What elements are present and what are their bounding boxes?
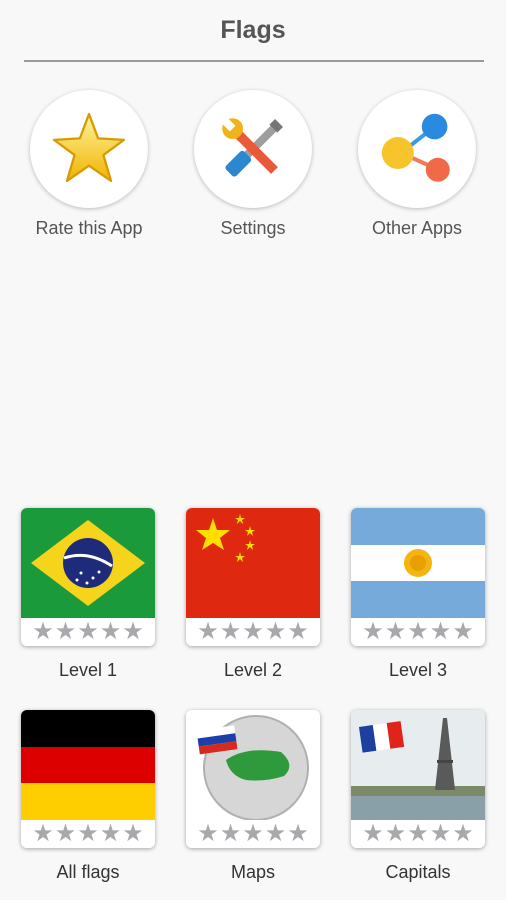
level-label: Level 3 bbox=[388, 660, 448, 680]
tools-icon bbox=[221, 117, 283, 177]
china-flag-image bbox=[186, 508, 320, 618]
star-icon: ★ bbox=[452, 618, 474, 645]
star-icon: ★ bbox=[242, 618, 264, 645]
paris-eiffel-tower-image bbox=[351, 710, 485, 820]
settings-button[interactable]: Settings bbox=[171, 90, 335, 239]
star-icon: ★ bbox=[287, 618, 309, 645]
star-icon: ★ bbox=[452, 820, 474, 847]
star-icon bbox=[52, 112, 126, 183]
star-rating: ★ ★ ★ ★ ★ bbox=[186, 820, 320, 848]
star-icon: ★ bbox=[384, 820, 407, 847]
star-icon: ★ bbox=[287, 820, 309, 847]
star-icon: ★ bbox=[122, 618, 144, 645]
title-divider bbox=[24, 60, 484, 62]
share-icon bbox=[381, 113, 450, 182]
rate-app-label: Rate this App bbox=[35, 218, 143, 238]
other-apps-label: Other Apps bbox=[371, 218, 463, 238]
star-icon: ★ bbox=[99, 820, 122, 847]
argentina-flag-image bbox=[351, 508, 485, 618]
star-rating: ★ ★ ★ ★ ★ bbox=[186, 618, 320, 646]
page-title: Flags bbox=[220, 16, 286, 44]
star-icon: ★ bbox=[219, 618, 242, 645]
star-icon: ★ bbox=[197, 618, 219, 645]
level-card-level-3[interactable]: ★ ★ ★ ★ ★ Level 3 bbox=[351, 508, 485, 681]
star-icon: ★ bbox=[384, 618, 407, 645]
star-icon: ★ bbox=[54, 820, 77, 847]
star-icon: ★ bbox=[429, 618, 452, 645]
level-label: Maps bbox=[230, 862, 275, 882]
star-icon: ★ bbox=[197, 820, 219, 847]
level-label: Level 2 bbox=[223, 660, 283, 680]
star-icon: ★ bbox=[122, 820, 144, 847]
other-apps-button[interactable]: Other Apps bbox=[335, 90, 499, 239]
level-card-level-2[interactable]: ★ ★ ★ ★ ★ Level 2 bbox=[186, 508, 320, 681]
star-rating: ★ ★ ★ ★ ★ bbox=[351, 618, 485, 646]
brazil-flag-image bbox=[21, 508, 155, 618]
star-icon: ★ bbox=[407, 618, 429, 645]
level-label: All flags bbox=[56, 862, 120, 882]
level-label: Capitals bbox=[385, 862, 451, 882]
star-rating: ★ ★ ★ ★ ★ bbox=[351, 820, 485, 848]
star-rating: ★ ★ ★ ★ ★ bbox=[21, 618, 155, 646]
level-card-capitals[interactable]: ★ ★ ★ ★ ★ Capitals bbox=[351, 710, 485, 883]
rate-app-button[interactable]: Rate this App bbox=[7, 90, 171, 239]
star-icon: ★ bbox=[99, 618, 122, 645]
star-icon: ★ bbox=[77, 618, 99, 645]
star-icon: ★ bbox=[264, 618, 287, 645]
star-icon: ★ bbox=[242, 820, 264, 847]
level-card-maps[interactable]: ★ ★ ★ ★ ★ Maps bbox=[186, 710, 320, 883]
germany-flag-image bbox=[21, 710, 155, 820]
star-icon: ★ bbox=[429, 820, 452, 847]
star-icon: ★ bbox=[362, 618, 384, 645]
globe-map-image bbox=[186, 710, 320, 820]
level-label: Level 1 bbox=[58, 660, 118, 680]
star-rating: ★ ★ ★ ★ ★ bbox=[21, 820, 155, 848]
level-card-all-flags[interactable]: ★ ★ ★ ★ ★ All flags bbox=[21, 710, 155, 883]
level-card-level-1[interactable]: ★ ★ ★ ★ ★ Level 1 bbox=[21, 508, 155, 681]
star-icon: ★ bbox=[362, 820, 384, 847]
settings-label: Settings bbox=[220, 218, 286, 238]
star-icon: ★ bbox=[32, 820, 54, 847]
star-icon: ★ bbox=[54, 618, 77, 645]
star-icon: ★ bbox=[264, 820, 287, 847]
star-icon: ★ bbox=[32, 618, 54, 645]
star-icon: ★ bbox=[219, 820, 242, 847]
star-icon: ★ bbox=[407, 820, 429, 847]
star-icon: ★ bbox=[77, 820, 99, 847]
